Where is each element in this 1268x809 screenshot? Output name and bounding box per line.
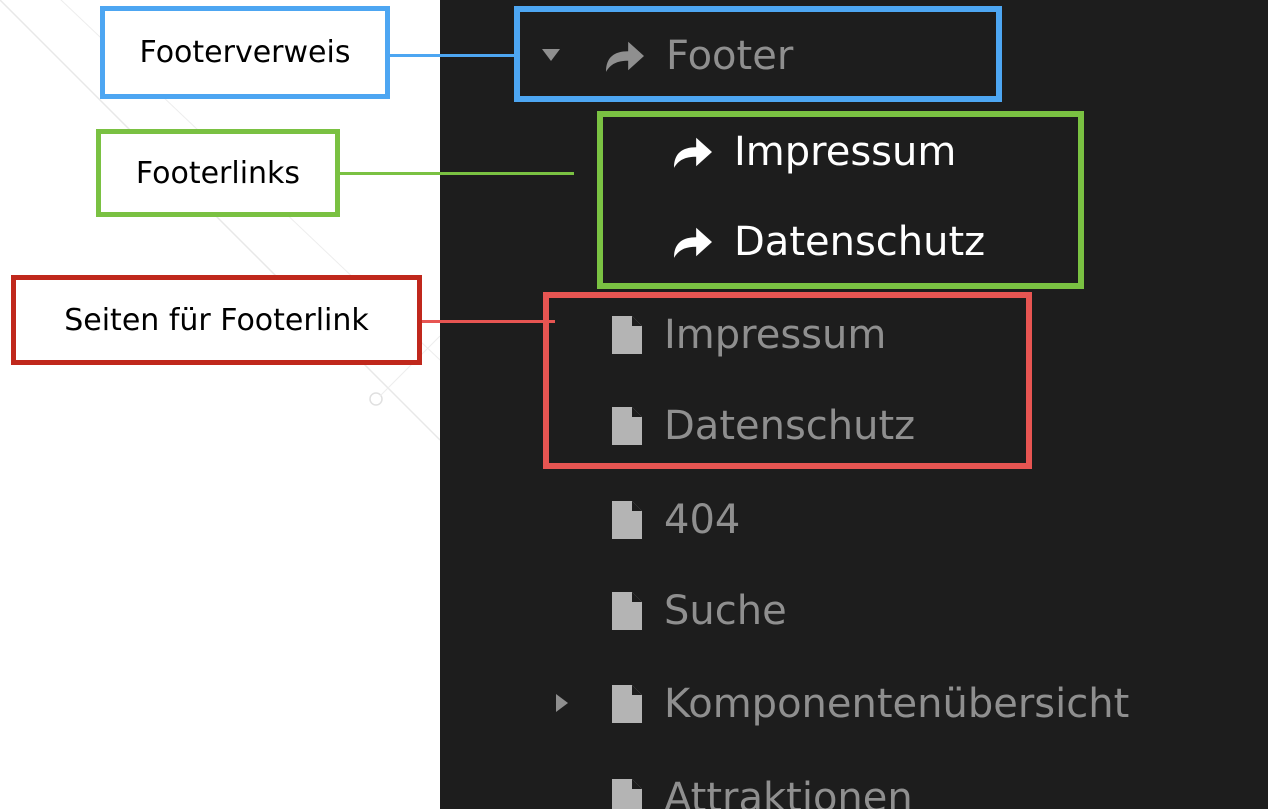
tree-item-label: Attraktionen — [664, 775, 913, 809]
tree-item-label: 404 — [664, 497, 741, 543]
footerlinks-frame — [597, 111, 1084, 289]
tree-item-page-404[interactable]: 404 — [612, 490, 740, 550]
collapse-toggle-icon[interactable] — [556, 694, 568, 712]
callout-footerlinks-text: Footerlinks — [135, 155, 301, 191]
callout-footerverweis-text: Footerverweis — [139, 35, 351, 70]
tree-item-label: Suche — [664, 588, 787, 634]
tree-item-page-komponenten[interactable]: Komponentenübersicht — [612, 674, 1129, 734]
footerverweis-connector — [387, 54, 514, 57]
page-icon — [612, 592, 642, 630]
footerverweis-frame — [514, 6, 1002, 102]
page-icon — [612, 779, 642, 809]
tree-item-page-attraktionen[interactable]: Attraktionen — [612, 768, 913, 809]
callout-footerverweis: Footerverweis — [100, 6, 390, 99]
callout-seiten: Seiten für Footerlink — [11, 275, 422, 365]
page-icon — [612, 501, 642, 539]
footerlinks-connector — [336, 172, 574, 175]
background-decoration — [0, 0, 440, 441]
callout-footerlinks: Footerlinks — [96, 129, 340, 217]
page-icon — [612, 685, 642, 723]
tree-item-label: Komponentenübersicht — [664, 681, 1130, 727]
seiten-frame — [543, 292, 1032, 469]
seiten-connector — [418, 320, 555, 323]
tree-item-page-suche[interactable]: Suche — [612, 581, 787, 641]
callout-seiten-text: Seiten für Footerlink — [64, 302, 369, 338]
